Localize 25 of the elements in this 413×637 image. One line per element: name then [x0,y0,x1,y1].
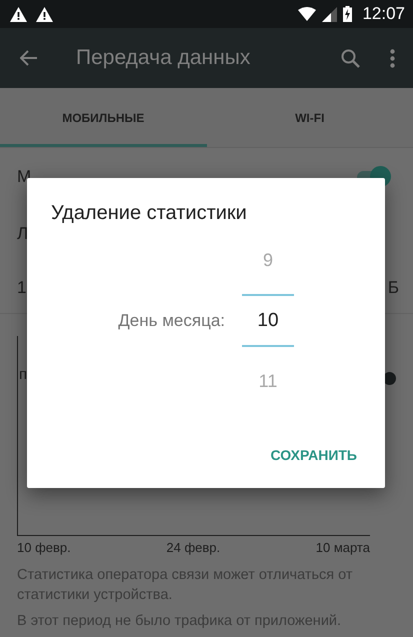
setting-value: Б [388,278,399,298]
wifi-icon [298,7,316,21]
tab[interactable]: МОБИЛЬНЫЕ [0,88,206,147]
chart-label: п [19,366,28,383]
back-arrow-icon[interactable] [20,50,38,66]
signal-icon [322,6,338,22]
save-button[interactable]: СОХРАНИТЬ [266,437,361,473]
search-icon[interactable] [341,48,360,68]
axis-label: 24 февр. [166,540,220,555]
setting-title: 1 [17,278,26,298]
battery-charging-icon [343,6,352,22]
day-option[interactable]: 11 [242,351,294,411]
screen-title: Передача данных [76,46,252,70]
setting-title: Л [17,224,28,244]
day-option[interactable]: 10 [242,294,294,347]
tab[interactable]: WI-FI [206,88,413,147]
axis-label: 10 марта [316,540,370,555]
axis-label: 10 февр. [17,540,71,555]
clock-time: 12:07 [362,4,405,24]
picker-label: День месяца: [117,310,225,330]
more-options-icon[interactable] [390,48,395,68]
warning-icon [36,6,53,22]
dialog-title: Удаление статистики [50,201,248,226]
warning-icon [10,6,27,22]
day-option[interactable]: 9 [242,230,294,290]
